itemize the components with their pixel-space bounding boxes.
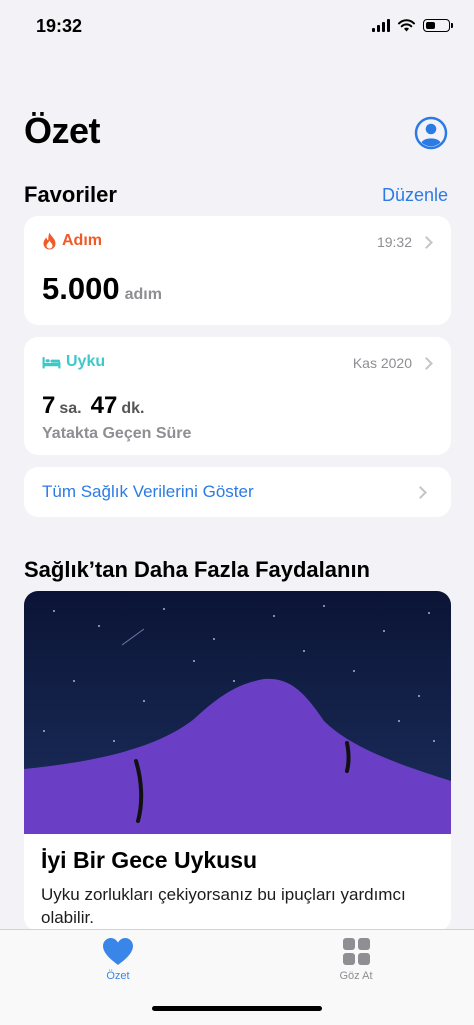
sleep-hours-unit: sa. [59,400,82,417]
steps-unit: adım [124,286,162,303]
promo-title: İyi Bir Gece Uykusu [41,847,258,873]
sleep-minutes-unit: dk. [121,400,145,417]
status-bar: 19:32 [0,0,474,56]
steps-label: Adım [62,232,102,249]
tab-browse[interactable]: Göz At [311,937,401,982]
show-all-label: Tüm Sağlık Verilerini Göster [42,482,254,501]
edit-button[interactable]: Düzenle [382,185,448,206]
status-icons [372,19,453,32]
flame-icon [43,232,56,250]
sleep-card-header: Uyku [42,353,105,371]
status-time: 19:32 [36,16,83,36]
wifi-icon [398,19,415,32]
steps-meta: 19:32 [376,234,433,250]
chevron-right-icon [414,486,427,499]
chevron-right-icon [420,356,433,370]
steps-card[interactable]: Adım 19:32 5.000 adım [24,216,451,325]
show-all-health-data-button[interactable]: Tüm Sağlık Verilerini Göster [24,467,451,517]
sleep-value-row: 7 sa. 47 dk. [42,392,149,420]
promo-text: Uyku zorlukları çekiyorsanız bu ipuçları… [41,885,406,927]
chevron-right-icon [420,235,433,249]
steps-value-row: 5.000 adım [42,271,162,307]
home-indicator [152,1006,322,1011]
sleep-hours: 7 [42,392,56,419]
sleep-tips-card[interactable]: İyi Bir Gece Uykusu Uyku zorlukları çeki… [24,591,451,931]
heart-icon [103,938,133,965]
steps-time: 19:32 [376,234,412,250]
more-section-title: Sağlık’tan Daha Fazla Faydalanın [24,557,370,582]
steps-value: 5.000 [42,271,120,306]
steps-card-header: Adım [42,232,102,250]
tab-browse-label: Göz At [339,970,373,982]
cellular-signal-icon [372,19,390,32]
grid-icon [342,938,370,965]
battery-icon [423,19,453,32]
sleep-meta: Kas 2020 [352,355,433,371]
sleep-subtitle: Yatakta Geçen Süre [42,425,192,442]
bed-icon [42,356,61,368]
sleep-date: Kas 2020 [352,355,412,371]
sleep-illustration [24,591,451,834]
tab-summary[interactable]: Özet [73,937,163,982]
page-title: Özet [24,110,101,151]
sleep-minutes: 47 [90,392,118,419]
sleep-card[interactable]: Uyku Kas 2020 7 sa. 47 dk. Yatakta Geçen… [24,337,451,455]
favorites-title: Favoriler [24,182,117,207]
sleep-label: Uyku [66,353,106,370]
tab-summary-label: Özet [106,970,130,982]
profile-icon[interactable] [414,116,448,150]
